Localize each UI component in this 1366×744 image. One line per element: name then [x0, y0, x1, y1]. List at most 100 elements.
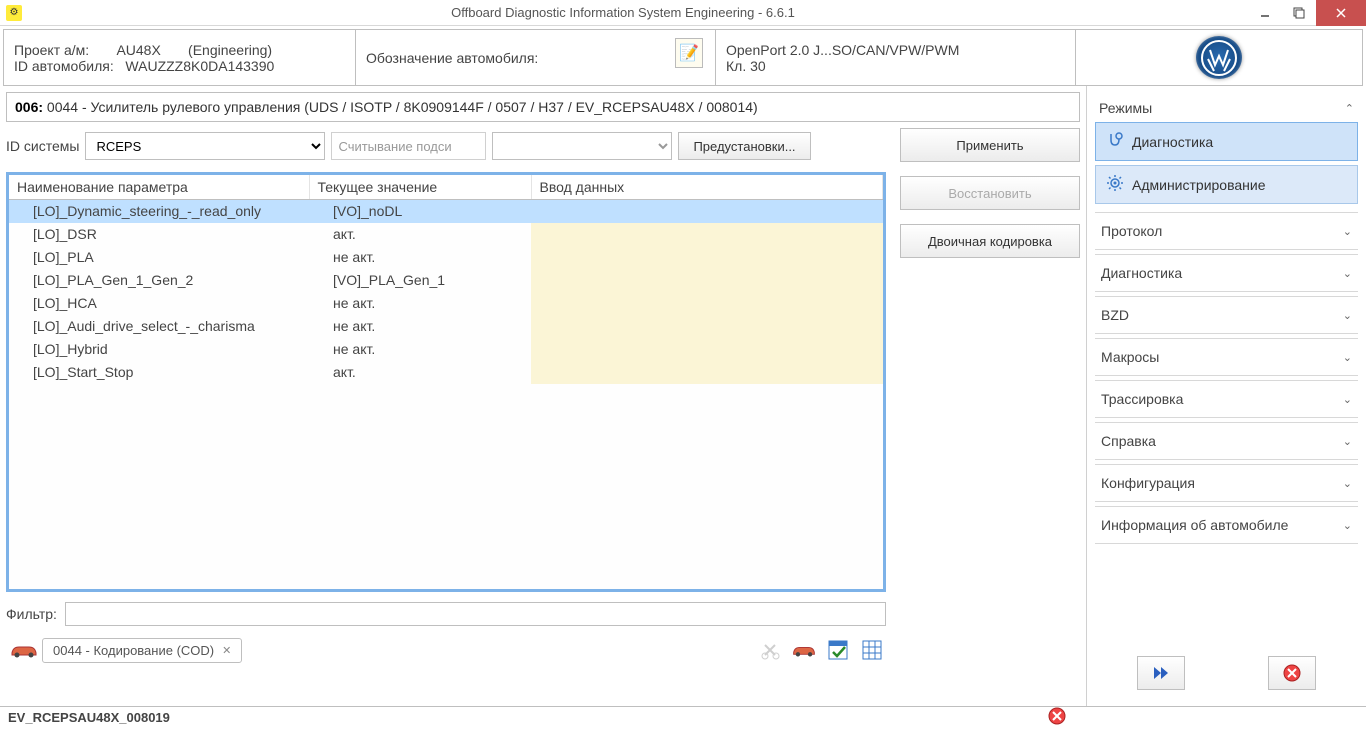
table-row[interactable]: [LO]_Start_Stopакт.	[9, 361, 883, 384]
sidebar-section[interactable]: Протокол⌄	[1095, 212, 1358, 250]
stethoscope-icon	[1106, 131, 1124, 152]
error-icon[interactable]	[1048, 707, 1066, 728]
table-row[interactable]: [LO]_PLAне акт.	[9, 246, 883, 269]
param-value: [VO]_noDL	[309, 200, 531, 223]
car-icon[interactable]	[6, 638, 42, 662]
connection-value: OpenPort 2.0 J...SO/CAN/VPW/PWM	[726, 42, 1065, 58]
param-name: [LO]_Audi_drive_select_-_charisma	[9, 315, 309, 338]
tool-check-icon[interactable]	[824, 637, 852, 663]
param-value: акт.	[309, 361, 531, 384]
filter-input[interactable]	[65, 602, 886, 626]
param-name: [LO]_Start_Stop	[9, 361, 309, 384]
param-name: [LO]_PLA_Gen_1_Gen_2	[9, 269, 309, 292]
chevron-up-icon: ⌃	[1345, 102, 1354, 115]
tool-grid-icon[interactable]	[858, 637, 886, 663]
sidebar-btn-admin[interactable]: Администрирование	[1095, 165, 1358, 204]
vehicle-desig-label: Обозначение автомобиля:	[366, 50, 705, 66]
table-row[interactable]: [LO]_Dynamic_steering_-_read_only[VO]_no…	[9, 200, 883, 223]
project-mode: (Engineering)	[188, 42, 272, 58]
param-value: акт.	[309, 223, 531, 246]
vw-logo-icon	[1196, 36, 1242, 79]
chevron-down-icon: ⌄	[1343, 267, 1352, 280]
close-button[interactable]	[1316, 0, 1366, 26]
subsystem-select[interactable]	[492, 132, 672, 160]
vehicle-desig-cell: Обозначение автомобиля: 📝	[356, 30, 716, 85]
param-input-cell[interactable]	[531, 361, 883, 384]
project-cell: Проект а/м: AU48X (Engineering) ID автом…	[4, 30, 356, 85]
sidebar-section[interactable]: Трассировка⌄	[1095, 380, 1358, 418]
param-name: [LO]_DSR	[9, 223, 309, 246]
sidebar-section[interactable]: Макросы⌄	[1095, 338, 1358, 376]
chevron-down-icon: ⌄	[1343, 309, 1352, 322]
tool-car-icon[interactable]	[790, 637, 818, 663]
presets-button[interactable]: Предустановки...	[678, 132, 810, 160]
window-title: Offboard Diagnostic Information System E…	[0, 5, 1246, 20]
tab-close-icon[interactable]: ✕	[222, 644, 231, 657]
tab-label: 0044 - Кодирование (COD)	[53, 643, 214, 658]
header-info: Проект а/м: AU48X (Engineering) ID автом…	[3, 29, 1363, 86]
cancel-button[interactable]	[1268, 656, 1316, 690]
param-input-cell[interactable]	[531, 269, 883, 292]
module-descriptor: 006: 0044 - Усилитель рулевого управлени…	[6, 92, 1080, 122]
table-row[interactable]: [LO]_PLA_Gen_1_Gen_2[VO]_PLA_Gen_1	[9, 269, 883, 292]
maximize-button[interactable]	[1282, 0, 1316, 26]
kl-value: Кл. 30	[726, 58, 1065, 74]
statusbar: EV_RCEPSAU48X_008019	[0, 706, 1366, 728]
chevron-down-icon: ⌄	[1343, 519, 1352, 532]
sidebar-section[interactable]: Конфигурация⌄	[1095, 464, 1358, 502]
param-name: [LO]_PLA	[9, 246, 309, 269]
titlebar: ⚙ Offboard Diagnostic Information System…	[0, 0, 1366, 26]
chevron-down-icon: ⌄	[1343, 393, 1352, 406]
tab-coding[interactable]: 0044 - Кодирование (COD) ✕	[42, 638, 242, 663]
sidebar: Режимы ⌃ Диагностика Администрирование П…	[1086, 86, 1366, 706]
chevron-down-icon: ⌄	[1343, 351, 1352, 364]
param-input-cell[interactable]	[531, 338, 883, 361]
system-id-select[interactable]: RCEPS	[85, 132, 325, 160]
table-row[interactable]: [LO]_HCAне акт.	[9, 292, 883, 315]
tool-cut-icon[interactable]	[756, 637, 784, 663]
param-name: [LO]_Hybrid	[9, 338, 309, 361]
param-input-cell[interactable]	[531, 292, 883, 315]
param-input-cell[interactable]	[531, 200, 883, 223]
sidebar-btn-diagnostics[interactable]: Диагностика	[1095, 122, 1358, 161]
sidebar-modes-title[interactable]: Режимы ⌃	[1095, 94, 1358, 122]
notepad-icon[interactable]: 📝	[675, 38, 703, 68]
read-subsystem-input[interactable]	[331, 132, 486, 160]
descriptor-rest: 0044 - Усилитель рулевого управления (UD…	[47, 99, 758, 115]
table-row[interactable]: [LO]_DSRакт.	[9, 223, 883, 246]
vehicle-id-value: WAUZZZ8K0DA143390	[125, 58, 274, 74]
param-name: [LO]_Dynamic_steering_-_read_only	[9, 200, 309, 223]
window-controls	[1248, 0, 1366, 26]
minimize-button[interactable]	[1248, 0, 1282, 26]
sidebar-section[interactable]: Диагностика⌄	[1095, 254, 1358, 292]
col-name[interactable]: Наименование параметра	[9, 175, 309, 200]
table-row[interactable]: [LO]_Audi_drive_select_-_charismaне акт.	[9, 315, 883, 338]
param-input-cell[interactable]	[531, 315, 883, 338]
chevron-down-icon: ⌄	[1343, 435, 1352, 448]
forward-button[interactable]	[1137, 656, 1185, 690]
sidebar-section[interactable]: Информация об автомобиле⌄	[1095, 506, 1358, 544]
filter-label: Фильтр:	[6, 606, 57, 622]
col-input[interactable]: Ввод данных	[531, 175, 883, 200]
param-value: не акт.	[309, 315, 531, 338]
chevron-down-icon: ⌄	[1343, 477, 1352, 490]
restore-button[interactable]: Восстановить	[900, 176, 1080, 210]
param-value: [VO]_PLA_Gen_1	[309, 269, 531, 292]
apply-button[interactable]: Применить	[900, 128, 1080, 162]
param-value: не акт.	[309, 292, 531, 315]
descriptor-bold: 006:	[15, 99, 43, 115]
col-value[interactable]: Текущее значение	[309, 175, 531, 200]
table-row[interactable]: [LO]_Hybridне акт.	[9, 338, 883, 361]
project-label: Проект а/м:	[14, 42, 89, 58]
param-value: не акт.	[309, 246, 531, 269]
sidebar-section[interactable]: Справка⌄	[1095, 422, 1358, 460]
param-input-cell[interactable]	[531, 246, 883, 269]
binary-coding-button[interactable]: Двоичная кодировка	[900, 224, 1080, 258]
param-name: [LO]_HCA	[9, 292, 309, 315]
system-id-label: ID системы	[6, 138, 79, 154]
param-input-cell[interactable]	[531, 223, 883, 246]
logo-cell	[1076, 30, 1362, 85]
status-text: EV_RCEPSAU48X_008019	[8, 710, 170, 725]
sidebar-section[interactable]: BZD⌄	[1095, 296, 1358, 334]
parameter-table: Наименование параметра Текущее значение …	[9, 175, 883, 384]
